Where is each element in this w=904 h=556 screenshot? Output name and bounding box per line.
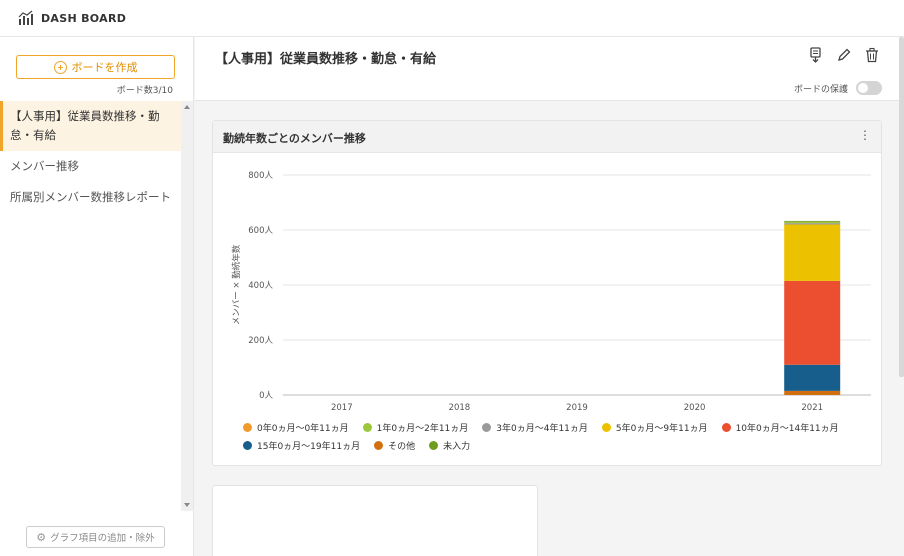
legend-row: 0年0ヵ月～0年11ヵ月 1年0ヵ月～2年11ヵ月 3年0ヵ月～4年11ヵ月 5年0ヵ…	[243, 421, 873, 434]
scroll-up-icon[interactable]	[184, 105, 190, 109]
y-tick-label: 600人	[248, 226, 273, 236]
sidebar-item-label: 【人事用】従業員数推移・勤怠・有給	[10, 109, 160, 142]
protect-toggle-row: ボードの保護	[794, 81, 882, 95]
plus-circle-icon	[53, 60, 67, 74]
protect-toggle[interactable]	[856, 81, 882, 95]
legend-label: 0年0ヵ月～0年11ヵ月	[257, 424, 349, 434]
sidebar-item-label: 所属別メンバー数推移レポート	[10, 190, 171, 204]
toggle-knob	[858, 83, 868, 93]
legend-row: 15年0ヵ月～19年11ヵ月 その他 未入力	[243, 439, 873, 452]
x-tick-label: 2021	[801, 403, 823, 413]
y-tick-label: 400人	[248, 281, 273, 291]
bar-segment	[784, 280, 841, 365]
graph-items-label: グラフ項目の追加・除外	[50, 533, 155, 544]
x-tick-label: 2018	[449, 403, 471, 413]
export-icon[interactable]	[808, 47, 824, 63]
legend-item[interactable]: 0年0ヵ月～0年11ヵ月	[243, 421, 349, 434]
top-bar: DASH BOARD	[0, 0, 904, 37]
legend-item[interactable]: 未入力	[429, 439, 470, 452]
legend-label: 15年0ヵ月～19年11ヵ月	[257, 442, 361, 452]
legend-label: 10年0ヵ月～14年11ヵ月	[735, 424, 839, 434]
stacked-bar-chart: 0人 200人 400人 600人 800人メンバー × 勤続年数 2017 2018 201…	[231, 171, 871, 413]
bar-segment	[784, 390, 841, 395]
protect-label: ボードの保護	[793, 84, 848, 95]
y-tick-label: 0人	[259, 391, 273, 401]
chart-title: 勤続年数ごとのメンバー推移	[223, 132, 366, 145]
legend-label: 未入力	[443, 442, 471, 452]
x-tick-label: 2019	[566, 403, 588, 413]
pencil-icon[interactable]	[836, 47, 852, 63]
main-scrollbar[interactable]	[899, 37, 904, 377]
sidebar: ボードを作成 ボード数3/10 【人事用】従業員数推移・勤怠・有給 メンバー推移…	[0, 37, 194, 556]
y-axis-label: メンバー × 勤続年数	[231, 244, 242, 325]
sidebar-item-label: メンバー推移	[10, 159, 79, 173]
legend-item[interactable]: 5年0ヵ月～9年11ヵ月	[601, 421, 708, 434]
trash-icon[interactable]	[864, 47, 880, 63]
bar-segment	[784, 220, 841, 222]
sidebar-item-hr-board[interactable]: 【人事用】従業員数推移・勤怠・有給	[0, 101, 181, 151]
bar-chart-icon	[18, 10, 34, 26]
create-board-button[interactable]: ボードを作成	[16, 55, 175, 79]
y-tick-label: 200人	[248, 336, 273, 346]
legend-swatch	[482, 423, 492, 432]
legend-item[interactable]: 15年0ヵ月～19年11ヵ月	[243, 439, 360, 452]
header-actions	[808, 47, 880, 63]
legend-item[interactable]: 1年0ヵ月～2年11ヵ月	[362, 421, 469, 434]
legend-swatch	[721, 423, 731, 432]
x-tick-label: 2020	[684, 403, 706, 413]
gear-icon: ⚙	[36, 530, 47, 544]
legend-swatch	[243, 441, 252, 450]
scroll-down-icon[interactable]	[184, 503, 190, 507]
chart-legend: 0年0ヵ月～0年11ヵ月 1年0ヵ月～2年11ヵ月 3年0ヵ月～4年11ヵ月 5年0ヵ…	[243, 421, 873, 457]
legend-swatch	[601, 423, 611, 432]
legend-item[interactable]: 3年0ヵ月～4年11ヵ月	[482, 421, 588, 434]
more-vertical-icon[interactable]: ⋮	[859, 128, 871, 142]
legend-swatch	[374, 441, 384, 450]
chart-card: 勤続年数ごとのメンバー推移 ⋮ 0人 200人 400人 600人 800人メンバー ×…	[212, 120, 882, 466]
legend-label: 1年0ヵ月～2年11ヵ月	[376, 424, 469, 434]
board-count: ボード数3/10	[116, 86, 173, 96]
app-title: DASH BOARD	[41, 11, 127, 25]
bar-segment	[784, 223, 841, 225]
legend-item[interactable]: 10年0ヵ月～14年11ヵ月	[721, 421, 839, 434]
create-board-label: ボードを作成	[71, 61, 138, 74]
chart-card-2	[212, 485, 538, 556]
legend-label: 5年0ヵ月～9年11ヵ月	[615, 424, 708, 434]
legend-label: その他	[388, 442, 416, 452]
y-tick-label: 800人	[248, 171, 273, 181]
legend-item[interactable]: その他	[374, 439, 415, 452]
legend-swatch	[243, 423, 252, 432]
board-header: 【人事用】従業員数推移・勤怠・有給 ボードの保護	[195, 37, 904, 101]
board-list: 【人事用】従業員数推移・勤怠・有給 メンバー推移 所属別メンバー数推移レポート	[0, 101, 181, 511]
legend-label: 3年0ヵ月～4年11ヵ月	[496, 424, 588, 434]
bar-segment	[784, 221, 841, 224]
graph-items-button[interactable]: ⚙ グラフ項目の追加・除外	[26, 526, 165, 548]
legend-swatch	[362, 423, 372, 432]
sidebar-item-dept-report[interactable]: 所属別メンバー数推移レポート	[0, 182, 181, 213]
chart-card-header: 勤続年数ごとのメンバー推移 ⋮	[213, 121, 881, 153]
sidebar-scrollbar[interactable]	[181, 101, 193, 511]
page-title: 【人事用】従業員数推移・勤怠・有給	[215, 52, 437, 67]
x-tick-label: 2017	[331, 403, 353, 413]
bar-segment	[784, 224, 841, 281]
sidebar-item-member-trend[interactable]: メンバー推移	[0, 151, 181, 182]
bar-segment	[784, 364, 841, 391]
legend-swatch	[429, 441, 439, 450]
